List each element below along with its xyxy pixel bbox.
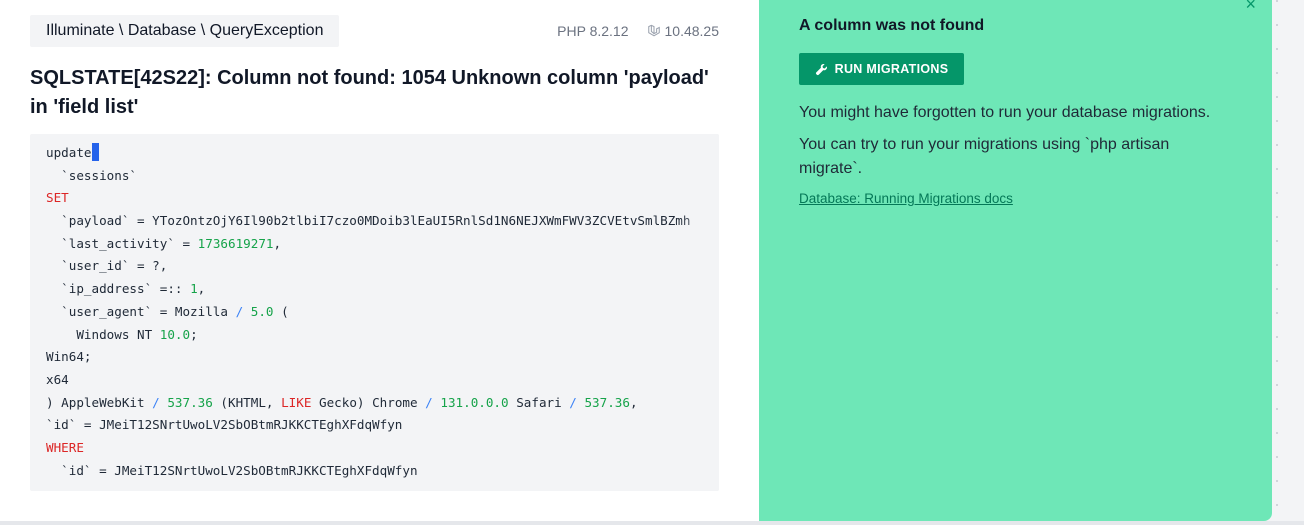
code-token: Win64; (46, 349, 92, 365)
code-token: 537.36 (584, 394, 630, 410)
code-token: `id` = JMeiT12SNrtUwoLV2SbOBtmRJKKCTEghX… (46, 462, 418, 478)
code-line: Win64; (46, 346, 690, 369)
wrench-icon (815, 63, 827, 75)
exception-class-badge[interactable]: Illuminate \ Database \ QueryException (30, 15, 340, 47)
code-overflow-fade (679, 134, 719, 491)
code-line: update (46, 142, 690, 165)
run-migrations-label: RUN MIGRATIONS (834, 62, 949, 76)
error-page: Illuminate \ Database \ QueryException P… (0, 0, 1272, 521)
code-token: Windows NT (46, 326, 160, 342)
code-token: x64 (46, 371, 69, 387)
code-line: `payload` = YTozOntzOjY6Il90b2tlbiI7czo0… (46, 210, 690, 233)
code-line: x64 (46, 369, 690, 392)
code-token: 537.36 (167, 394, 213, 410)
code-token: `ip_address` =:: (46, 281, 191, 297)
code-token: Gecko) Chrome (311, 394, 426, 410)
text-cursor (91, 143, 99, 161)
code-token: / (569, 394, 577, 410)
code-token: `payload` = YTozOntzOjY6Il90b2tlbiI7czo0… (46, 213, 691, 229)
code-line: `user_agent` = Mozilla / 5.0 ( (46, 301, 690, 324)
exception-panel: Illuminate \ Database \ QueryException P… (0, 0, 759, 521)
code-token: update (46, 145, 92, 160)
code-token: , (273, 235, 282, 251)
code-line: ) AppleWebKit / 537.36 (KHTML, LIKE Geck… (46, 392, 690, 415)
code-token: LIKE (281, 394, 312, 410)
code-token: `user_agent` = Mozilla (46, 303, 236, 319)
sql-code-block[interactable]: update `sessions` SET `payload` = YTozOnt… (30, 134, 719, 491)
code-token: / (152, 394, 160, 410)
laravel-version: 10.48.25 (664, 23, 720, 39)
code-token: `last_activity` = (46, 235, 198, 251)
php-version: PHP 8.2.12 (557, 23, 629, 39)
code-token: 131.0.0.0 (440, 394, 509, 410)
laravel-version-group: 10.48.25 (647, 23, 720, 39)
code-token: ) AppleWebKit (46, 394, 153, 410)
solution-text-1: You might have forgotten to run your dat… (799, 104, 1211, 121)
code-line: `id` = JMeiT12SNrtUwoLV2SbOBtmRJKKCTEghX… (46, 414, 690, 437)
code-token: `sessions` (46, 167, 137, 183)
bottom-divider (0, 521, 1304, 525)
code-token: (KHTML, (212, 394, 282, 410)
code-token: 1 (190, 281, 198, 297)
code-line: Windows NT 10.0; (46, 324, 690, 347)
laravel-icon (647, 24, 660, 37)
solution-text-2: You can try to run your migrations using… (799, 136, 1170, 177)
code-token: , (197, 281, 206, 297)
sql-code-lines: update `sessions` SET `payload` = YTozOnt… (46, 142, 690, 482)
code-token: `id` = JMeiT12SNrtUwoLV2SbOBtmRJKKCTEghX… (46, 417, 403, 433)
code-line: `id` = JMeiT12SNrtUwoLV2SbOBtmRJKKCTEghX… (46, 460, 690, 483)
code-token: WHERE (46, 439, 84, 455)
code-line: SET (46, 187, 690, 210)
code-token: 10.0 (159, 326, 191, 342)
run-migrations-button[interactable]: RUN MIGRATIONS (799, 53, 964, 85)
code-line: `user_id` = ?, (46, 255, 690, 278)
code-token: `user_id` = ?, (46, 258, 168, 274)
scrollbar-markers (1276, 0, 1278, 520)
solution-title: A column was not found (799, 17, 985, 34)
code-token: ( (273, 303, 289, 319)
code-token: 1736619271 (197, 235, 274, 251)
code-token: , (629, 394, 638, 410)
code-line: WHERE (46, 437, 690, 460)
close-icon[interactable]: × (1245, 0, 1256, 15)
code-token: ; (190, 326, 198, 342)
code-line: `sessions` (46, 165, 690, 188)
code-token: / (425, 394, 433, 410)
migrations-docs-link[interactable]: Database: Running Migrations docs (799, 191, 1013, 206)
code-token: 5.0 (250, 303, 274, 319)
code-token: Safari (508, 394, 570, 410)
code-token: SET (46, 190, 69, 206)
code-line: `ip_address` =:: 1, (46, 278, 690, 301)
solution-panel: × A column was not found RUN MIGRATIONS … (759, 0, 1272, 521)
exception-message: SQLSTATE[42S22]: Column not found: 1054 … (30, 67, 709, 118)
code-line: `last_activity` = 1736619271, (46, 233, 690, 256)
version-info: PHP 8.2.12 10.48.25 (557, 23, 719, 39)
